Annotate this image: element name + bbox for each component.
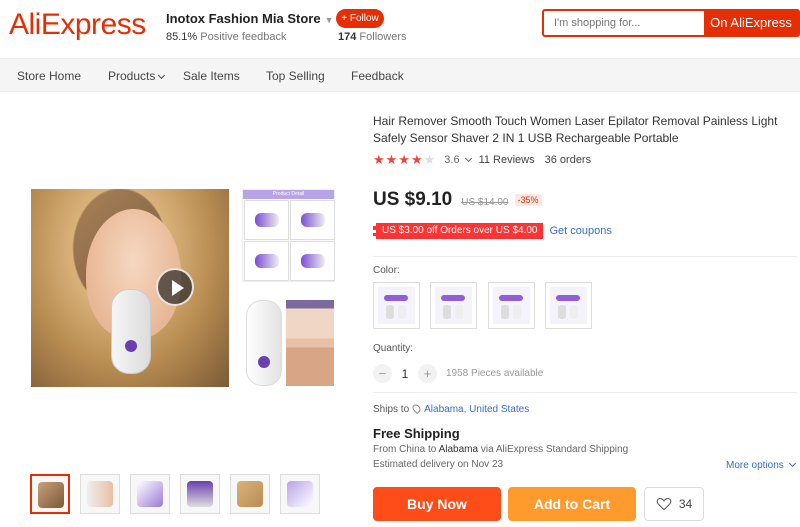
detail-quadrant xyxy=(244,241,289,281)
quantity-value[interactable]: 1 xyxy=(392,367,418,381)
rating-value: 3.6 xyxy=(444,154,460,166)
estimated-delivery: Estimated delivery on Nov 23 xyxy=(373,459,504,470)
nav-products[interactable]: Products xyxy=(108,69,166,83)
chevron-down-icon xyxy=(788,459,796,468)
device-shape xyxy=(246,300,282,386)
store-feedback: 85.1% Positive feedback xyxy=(166,31,286,43)
original-price: US $14.00 xyxy=(461,197,509,208)
shipping-destination: Alabama xyxy=(438,444,479,455)
coupon-row: US $3.00 off Orders over US $4.00 Get co… xyxy=(373,223,612,239)
buy-now-button[interactable]: Buy Now xyxy=(373,487,501,521)
nav-feedback[interactable]: Feedback xyxy=(351,69,404,83)
current-price: US $9.10 xyxy=(373,189,453,210)
color-option[interactable] xyxy=(488,282,535,329)
quantity-minus-button[interactable]: − xyxy=(373,364,392,383)
followers-count: 174 xyxy=(338,31,357,43)
thumbnail[interactable] xyxy=(80,474,120,514)
thumbnail[interactable] xyxy=(180,474,220,514)
thumbnail[interactable] xyxy=(30,474,70,514)
color-option-image xyxy=(550,287,587,324)
color-label: Color: xyxy=(373,265,400,276)
search-input[interactable] xyxy=(544,11,704,35)
price-row: US $9.10 US $14.00 -35% xyxy=(373,189,542,211)
thumbnail-image xyxy=(287,481,313,507)
divider xyxy=(373,392,797,393)
detail-quadrant xyxy=(290,200,335,240)
thumbnail[interactable] xyxy=(230,474,270,514)
quantity-available: 1958 Pieces available xyxy=(446,368,544,379)
color-option-image xyxy=(378,287,415,324)
thumbnail-image xyxy=(237,481,263,507)
side-image-product-detail[interactable]: Product Detail xyxy=(242,189,335,282)
ships-to-row: Ships to Alabama, United States xyxy=(373,402,529,415)
search-button[interactable]: On AliExpress xyxy=(704,11,798,35)
rating-stars[interactable]: ★★★★★ xyxy=(373,152,436,168)
rating-row: ★★★★★ 3.6 11 Reviews 36 orders xyxy=(373,152,591,168)
star-icons-filled: ★★★★ xyxy=(373,152,424,167)
thumbnail-image xyxy=(87,481,113,507)
discount-badge: -35% xyxy=(514,194,542,206)
nav-top-selling[interactable]: Top Selling xyxy=(266,69,325,83)
heart-icon xyxy=(656,498,672,511)
color-option-image xyxy=(493,287,530,324)
side-image-device[interactable] xyxy=(242,296,335,389)
thumbnail[interactable] xyxy=(130,474,170,514)
body-areas-shape xyxy=(286,300,334,386)
shipping-route: From China to Alabama via AliExpress Sta… xyxy=(373,444,628,455)
color-option[interactable] xyxy=(430,282,477,329)
store-name[interactable]: Inotox Fashion Mia Store ▼ xyxy=(166,11,334,26)
wishlist-button[interactable]: 34 xyxy=(644,487,704,521)
location-pin-icon xyxy=(410,402,423,415)
aliexpress-logo[interactable]: AliExpress xyxy=(9,8,146,42)
wishlist-count: 34 xyxy=(678,497,693,511)
followers-label: Followers xyxy=(359,31,407,43)
free-shipping-title: Free Shipping xyxy=(373,426,460,441)
thumbnail-image xyxy=(38,482,64,508)
feedback-value: 85.1% xyxy=(166,31,198,43)
color-option[interactable] xyxy=(545,282,592,329)
ships-to-label: Ships to xyxy=(373,404,410,415)
nav-sale-items[interactable]: Sale Items xyxy=(183,69,240,83)
shipping-from-prefix: From China to xyxy=(373,444,437,455)
store-header: AliExpress Inotox Fashion Mia Store ▼ 85.… xyxy=(0,0,800,55)
device-shape xyxy=(111,289,151,374)
search-bar: On AliExpress xyxy=(542,9,800,37)
reviews-link[interactable]: 11 Reviews xyxy=(479,154,535,166)
product-title: Hair Remover Smooth Touch Women Laser Ep… xyxy=(373,114,778,145)
quantity-plus-button[interactable]: + xyxy=(418,364,437,383)
more-options-link[interactable]: More options xyxy=(726,459,796,471)
store-name-label: Inotox Fashion Mia Store xyxy=(166,11,321,26)
thumbnail[interactable] xyxy=(280,474,320,514)
thumbnail-strip xyxy=(30,474,330,514)
more-options-label: More options xyxy=(726,460,784,471)
coupon-badge[interactable]: US $3.00 off Orders over US $4.00 xyxy=(373,223,544,239)
quantity-stepper: − 1 + 1958 Pieces available xyxy=(373,364,543,383)
add-to-cart-button[interactable]: Add to Cart xyxy=(508,487,636,521)
followers: 174 Followers xyxy=(338,31,407,43)
color-option[interactable] xyxy=(373,282,420,329)
thumbnail-image xyxy=(137,481,163,507)
caret-down-icon: ▼ xyxy=(324,15,334,25)
divider xyxy=(373,256,797,257)
get-coupons-link[interactable]: Get coupons xyxy=(549,225,611,237)
detail-quadrant xyxy=(290,241,335,281)
play-video-icon[interactable] xyxy=(156,268,194,306)
shipping-via: via AliExpress Standard Shipping xyxy=(480,444,629,455)
side-image-banner: Product Detail xyxy=(243,190,334,199)
chevron-down-icon xyxy=(158,71,166,80)
quantity-label: Quantity: xyxy=(373,343,414,354)
follow-button[interactable]: + Follow xyxy=(336,9,384,28)
thumbnail-image xyxy=(187,481,213,507)
main-product-image[interactable] xyxy=(31,189,229,387)
feedback-label: Positive feedback xyxy=(200,31,287,43)
nav-products-label: Products xyxy=(108,69,156,83)
star-icons-empty: ★ xyxy=(423,152,437,167)
chevron-down-icon[interactable] xyxy=(464,154,472,162)
orders-count: 36 orders xyxy=(544,154,592,166)
ships-to-location[interactable]: Alabama, United States xyxy=(424,404,529,415)
detail-quadrant xyxy=(244,200,289,240)
store-nav: Store Home Products Sale Items Top Selli… xyxy=(0,58,800,92)
nav-store-home[interactable]: Store Home xyxy=(17,69,81,83)
color-option-image xyxy=(435,287,472,324)
